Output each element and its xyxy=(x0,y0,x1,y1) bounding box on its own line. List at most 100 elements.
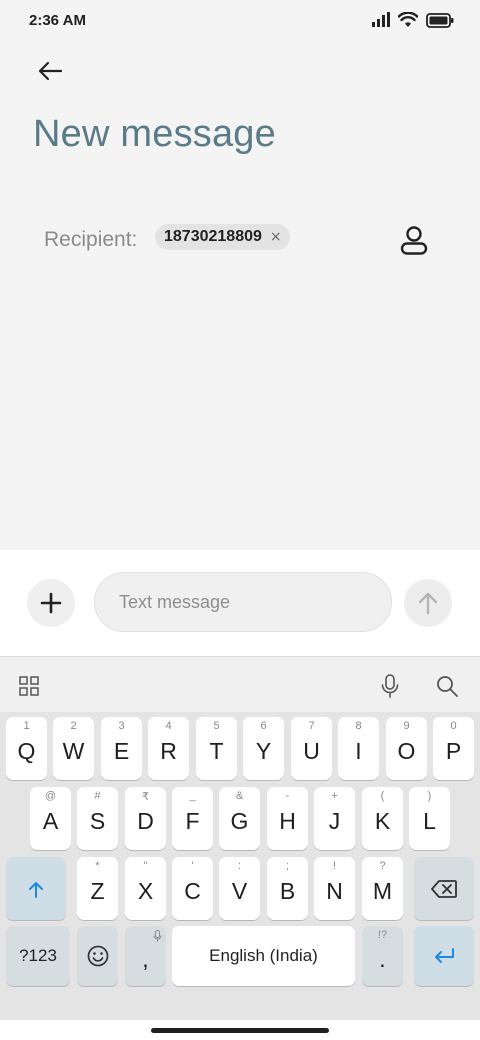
battery-icon xyxy=(426,12,454,28)
key-label: N xyxy=(326,878,343,904)
key-label: S xyxy=(89,808,106,834)
key-z[interactable]: * Z xyxy=(77,857,118,920)
key-label: X xyxy=(137,878,154,904)
key-label: Q xyxy=(17,738,36,764)
enter-key[interactable] xyxy=(414,926,474,986)
key-t[interactable]: 5T xyxy=(196,717,237,780)
key-label: I xyxy=(355,738,362,764)
key-hint: 8 xyxy=(355,720,362,732)
key-hint: ? xyxy=(379,860,386,872)
key-label: M xyxy=(372,878,393,904)
key-hint: : xyxy=(237,860,242,872)
key-label: Y xyxy=(255,738,272,764)
key-c[interactable]: ' C xyxy=(172,857,213,920)
key-e[interactable]: 3E xyxy=(101,717,142,780)
key-label: U xyxy=(303,738,320,764)
key-label: A xyxy=(42,808,59,834)
key-a[interactable]: @ A xyxy=(30,787,71,850)
key-label: H xyxy=(279,808,296,834)
home-handle[interactable] xyxy=(151,1028,329,1033)
arrow-up-icon xyxy=(418,592,438,615)
chip-close-icon[interactable]: × xyxy=(270,230,282,244)
person-icon xyxy=(400,226,428,255)
key-label: P xyxy=(445,738,462,764)
key-y[interactable]: 6Y xyxy=(243,717,284,780)
backspace-key[interactable] xyxy=(414,857,474,920)
arrow-left-icon xyxy=(38,61,63,81)
key-f[interactable]: _ F xyxy=(172,787,213,850)
key-x[interactable]: " X xyxy=(125,857,166,920)
key-label: O xyxy=(397,738,416,764)
period-key[interactable]: !? . xyxy=(362,926,403,986)
key-hint: ' xyxy=(191,860,194,872)
recipient-row: Recipient: 18730218809 × xyxy=(44,222,444,258)
key-label: G xyxy=(230,808,249,834)
key-label: F xyxy=(185,808,200,834)
text-message-input[interactable] xyxy=(95,573,391,631)
key-d[interactable]: ₹ D xyxy=(125,787,166,850)
contact-picker-button[interactable] xyxy=(394,222,434,258)
key-label: B xyxy=(279,878,296,904)
key-label: V xyxy=(231,878,248,904)
symbols-key[interactable]: ?123 xyxy=(6,926,70,986)
key-j[interactable]: + J xyxy=(314,787,355,850)
keyboard-menu-button[interactable] xyxy=(18,675,40,697)
key-label: E xyxy=(113,738,130,764)
key-s[interactable]: # S xyxy=(77,787,118,850)
key-hint: 4 xyxy=(165,720,172,732)
key-hint: * xyxy=(95,860,100,872)
voice-input-button[interactable] xyxy=(378,673,402,699)
plus-icon xyxy=(40,592,62,614)
space-key[interactable]: English (India) xyxy=(172,926,355,986)
key-label: D xyxy=(137,808,154,834)
key-n[interactable]: ! N xyxy=(314,857,355,920)
add-attachment-button[interactable] xyxy=(27,579,75,627)
key-label: R xyxy=(160,738,177,764)
keyboard: 1Q 2W 3E 4R 5T 6Y 7U 8I 9O 0P @ A # S ₹ D _… xyxy=(0,712,480,1020)
keyboard-search-button[interactable] xyxy=(434,673,460,699)
key-l[interactable]: ) L xyxy=(409,787,450,850)
send-button[interactable] xyxy=(404,579,452,627)
key-hint: _ xyxy=(189,790,196,802)
key-r[interactable]: 4R xyxy=(148,717,189,780)
shift-arrow-icon xyxy=(29,881,43,898)
emoji-key[interactable] xyxy=(77,926,118,986)
enter-icon xyxy=(435,948,454,963)
composer xyxy=(0,550,480,656)
grid-icon xyxy=(19,676,39,696)
mic-small-icon xyxy=(153,930,162,942)
key-hint: ₹ xyxy=(142,791,149,803)
key-hint: 1 xyxy=(23,720,30,732)
key-hint: 6 xyxy=(260,720,267,732)
status-icons xyxy=(372,12,454,28)
key-h[interactable]: -H xyxy=(267,787,308,850)
shift-key[interactable] xyxy=(6,857,66,920)
smiley-icon xyxy=(87,945,108,967)
key-label: L xyxy=(423,808,436,834)
key-hint: & xyxy=(235,790,244,802)
key-u[interactable]: 7U xyxy=(291,717,332,780)
back-button[interactable] xyxy=(30,54,70,88)
key-i[interactable]: 8I xyxy=(338,717,379,780)
key-w[interactable]: 2W xyxy=(53,717,94,780)
key-hint: 5 xyxy=(213,720,220,732)
key-hint: - xyxy=(285,790,290,802)
key-label: Z xyxy=(90,878,105,904)
key-v[interactable]: :V xyxy=(219,857,260,920)
key-hint: 0 xyxy=(450,720,457,732)
symbols-label: ?123 xyxy=(19,946,57,965)
key-hint: ; xyxy=(285,860,290,872)
key-p[interactable]: 0P xyxy=(433,717,474,780)
comma-key[interactable]: , xyxy=(125,926,166,986)
key-m[interactable]: ? M xyxy=(362,857,403,920)
key-q[interactable]: 1Q xyxy=(6,717,47,780)
key-b[interactable]: ; B xyxy=(267,857,308,920)
recipient-chip[interactable]: 18730218809 × xyxy=(155,224,290,250)
key-label: J xyxy=(328,808,341,834)
text-message-field[interactable] xyxy=(94,572,392,632)
key-g[interactable]: & G xyxy=(219,787,260,850)
recipient-label: Recipient: xyxy=(44,228,138,251)
key-o[interactable]: 9O xyxy=(386,717,427,780)
page-title: New message xyxy=(33,113,276,155)
key-k[interactable]: (K xyxy=(362,787,403,850)
